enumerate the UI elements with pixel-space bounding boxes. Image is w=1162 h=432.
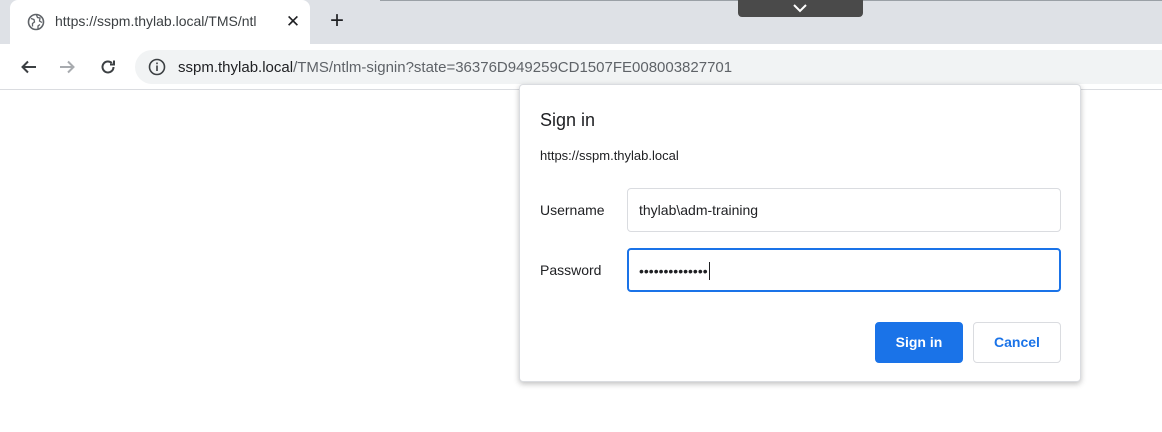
username-field[interactable]: thylab\adm-training (627, 188, 1061, 232)
tab-strip: https://sspm.thylab.local/TMS/ntl ✕ + (0, 0, 1162, 44)
address-bar[interactable]: sspm.thylab.local/TMS/ntlm-signin?state=… (135, 50, 1162, 84)
dialog-origin: https://sspm.thylab.local (540, 148, 679, 163)
text-caret (708, 262, 710, 280)
url-host: sspm.thylab.local (178, 59, 294, 76)
forward-button[interactable] (54, 54, 80, 80)
close-icon[interactable]: ✕ (282, 11, 304, 33)
username-label: Username (540, 202, 605, 218)
cancel-button[interactable]: Cancel (973, 322, 1061, 363)
sign-in-button[interactable]: Sign in (875, 322, 963, 363)
chevron-down-icon (793, 4, 807, 13)
password-field[interactable]: •••••••••••••• (627, 248, 1061, 292)
new-tab-button[interactable]: + (324, 9, 350, 35)
tab-title: https://sspm.thylab.local/TMS/ntl (55, 13, 257, 29)
dialog-title: Sign in (540, 110, 596, 130)
info-icon[interactable] (148, 58, 166, 76)
username-value: thylab\adm-training (639, 202, 759, 218)
globe-icon (27, 13, 45, 31)
collapse-handle[interactable] (738, 0, 863, 17)
url-text: sspm.thylab.local/TMS/ntlm-signin?state=… (178, 59, 732, 76)
reload-icon (101, 60, 115, 74)
password-label: Password (540, 262, 602, 278)
reload-button[interactable] (95, 54, 121, 80)
back-button[interactable] (16, 54, 42, 80)
password-value: •••••••••••••• (639, 263, 708, 279)
browser-tab[interactable]: https://sspm.thylab.local/TMS/ntl ✕ (10, 0, 310, 44)
arrow-left-icon (21, 60, 36, 74)
sign-in-dialog: Sign in https://sspm.thylab.local Userna… (519, 84, 1081, 382)
url-path: /TMS/ntlm-signin?state=36376D949259CD150… (293, 59, 733, 76)
arrow-right-icon (60, 60, 75, 74)
